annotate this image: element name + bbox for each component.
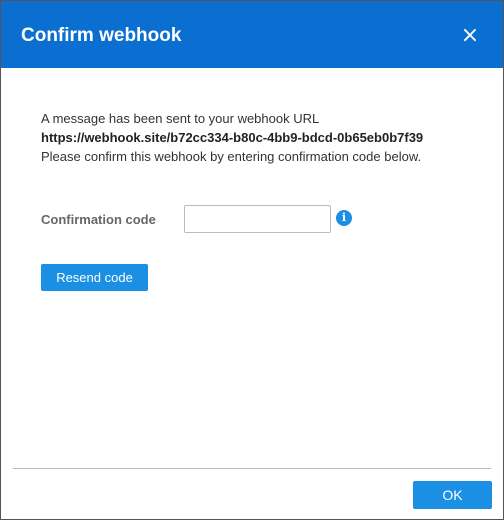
dialog-body: A message has been sent to your webhook … bbox=[1, 68, 503, 468]
info-icon[interactable]: i bbox=[336, 210, 352, 226]
resend-code-button[interactable]: Resend code bbox=[41, 264, 148, 291]
ok-button[interactable]: OK bbox=[413, 481, 492, 509]
close-icon[interactable]: × bbox=[459, 25, 481, 47]
confirmation-code-input[interactable] bbox=[184, 205, 331, 233]
webhook-url: https://webhook.site/b72cc334-b80c-4bb9-… bbox=[41, 130, 424, 145]
message-line-3: Please confirm this webhook by entering … bbox=[41, 149, 422, 164]
footer-divider bbox=[13, 468, 491, 469]
dialog-title: Confirm webhook bbox=[21, 25, 182, 46]
confirmation-code-label: Confirmation code bbox=[41, 212, 156, 227]
message-line-1: A message has been sent to your webhook … bbox=[41, 111, 320, 126]
dialog-header: Confirm webhook × bbox=[1, 1, 503, 68]
confirm-webhook-dialog: Confirm webhook × A message has been sen… bbox=[0, 0, 504, 520]
